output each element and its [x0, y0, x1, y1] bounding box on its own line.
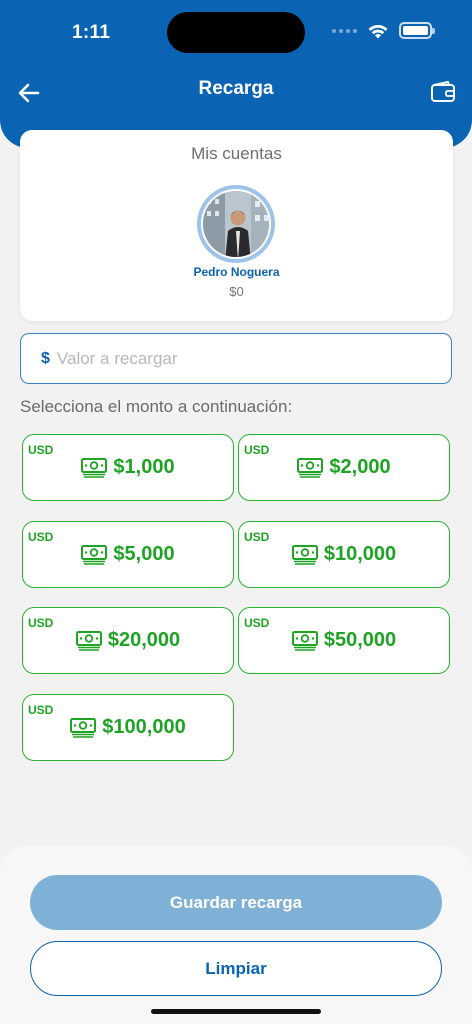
amount-value: $1,000 — [113, 456, 175, 478]
home-indicator[interactable] — [151, 1009, 321, 1014]
amount-value: $100,000 — [102, 716, 186, 738]
amount-input[interactable] — [56, 348, 417, 369]
cash-icon — [291, 630, 318, 651]
select-amount-label: Selecciona el monto a continuación: — [20, 397, 293, 416]
dynamic-island — [167, 12, 305, 53]
clear-button[interactable]: Limpiar — [30, 941, 442, 996]
amount-value: $50,000 — [323, 629, 397, 651]
amount-value: $20,000 — [107, 629, 181, 651]
amount-option-100000[interactable]: USD $100,000 — [22, 694, 234, 761]
avatar — [201, 189, 271, 259]
cash-icon — [291, 544, 318, 565]
wallet-icon[interactable] — [430, 80, 456, 104]
cash-icon — [81, 544, 108, 565]
amount-option-50000[interactable]: USD $50,000 — [238, 607, 450, 674]
save-recharge-button[interactable]: Guardar recarga — [30, 875, 442, 930]
amount-option-10000[interactable]: USD $10,000 — [238, 521, 450, 588]
status-time: 1:11 — [72, 22, 111, 43]
amount-option-1000[interactable]: USD $1,000 — [22, 434, 234, 501]
battery-icon — [399, 22, 435, 39]
amount-value: $10,000 — [323, 543, 397, 565]
account-avatar[interactable] — [197, 185, 275, 263]
account-balance: $0 — [229, 284, 244, 299]
page-title: Recarga — [198, 78, 274, 99]
cash-icon — [70, 717, 97, 738]
account-name: Pedro Noguera — [193, 265, 280, 279]
avatar-photo — [203, 191, 269, 257]
amount-value: $5,000 — [113, 543, 175, 565]
amount-field[interactable]: $ — [20, 333, 452, 384]
wifi-icon — [368, 24, 388, 38]
cash-icon — [297, 457, 324, 478]
amount-value: $2,000 — [329, 456, 391, 478]
signal-icon — [332, 28, 357, 33]
cash-icon — [81, 457, 108, 478]
amount-option-5000[interactable]: USD $5,000 — [22, 521, 234, 588]
bottom-action-sheet — [0, 846, 472, 1024]
status-icons — [332, 22, 435, 39]
cash-icon — [75, 630, 102, 651]
amount-option-20000[interactable]: USD $20,000 — [22, 607, 234, 674]
accounts-card: Mis cuentas Pedro Noguera $0 — [20, 130, 453, 321]
accounts-title: Mis cuentas — [191, 144, 282, 163]
currency-sign: $ — [41, 349, 50, 367]
amount-option-2000[interactable]: USD $2,000 — [238, 434, 450, 501]
